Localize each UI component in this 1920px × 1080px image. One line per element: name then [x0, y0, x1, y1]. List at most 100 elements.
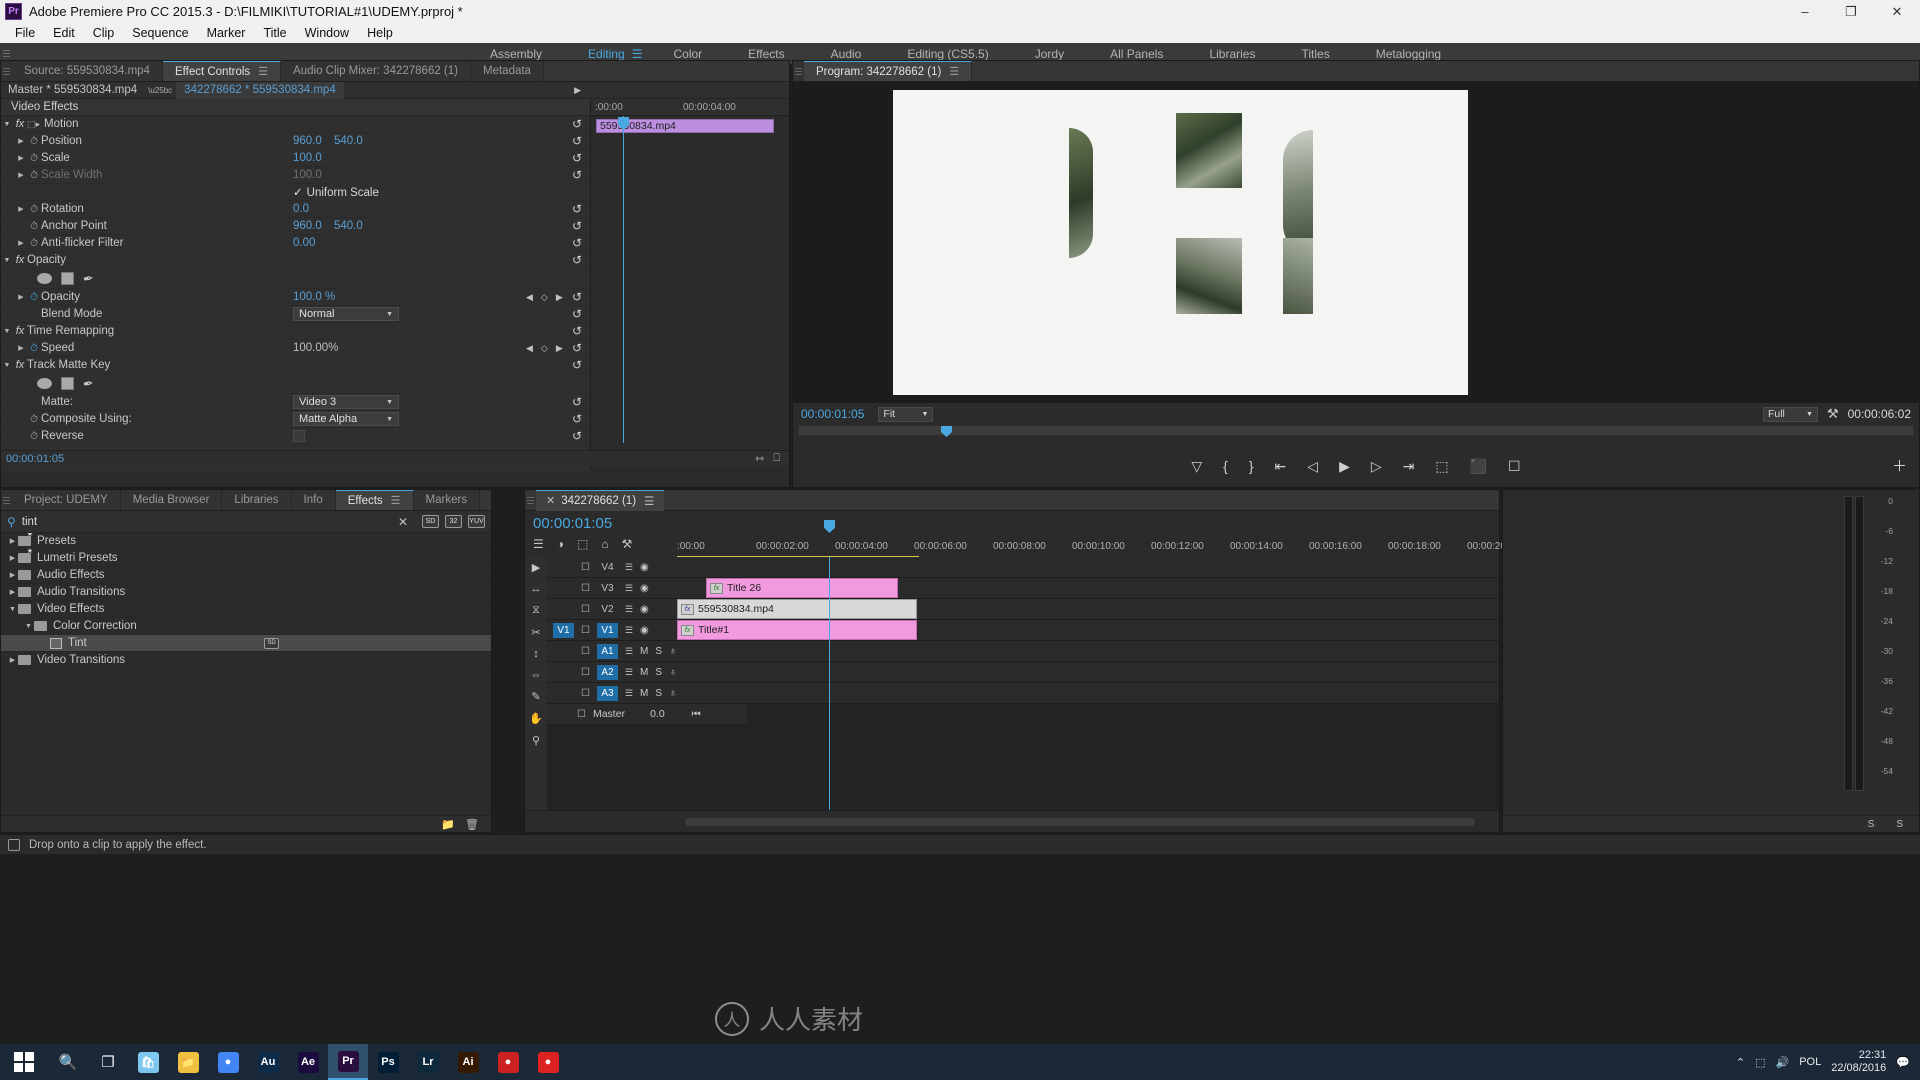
rectangle-mask-icon[interactable]	[61, 377, 74, 390]
timeline-clip[interactable]: fx 559530834.mp4	[677, 599, 917, 619]
selection-tool-icon[interactable]: ▶	[532, 561, 540, 574]
premiere-pro-icon[interactable]: Pr	[328, 1044, 368, 1080]
zoom-level-select[interactable]: Fit ▼	[878, 406, 934, 422]
prev-keyframe-icon[interactable]: ◀	[526, 343, 533, 354]
track-header-a3[interactable]: ☐ A3 ☰ M S ♁	[547, 683, 677, 704]
filter-badge-yuv[interactable]: YUV	[468, 515, 485, 528]
track-record-icon[interactable]: ♁	[669, 646, 677, 657]
export-frame-button[interactable]: ☐	[1508, 458, 1521, 475]
track-name-label[interactable]: A1	[596, 643, 618, 659]
track-sync-icon[interactable]: ☰	[625, 688, 633, 699]
effect-group-track-matte-key[interactable]: ▼ fx Track Matte Key ↺	[1, 357, 590, 374]
panel-grip-icon[interactable]	[525, 496, 536, 504]
chevron-down-icon[interactable]: ▼	[7, 606, 18, 613]
track-header-a2[interactable]: ☐ A2 ☰ M S ♁	[547, 662, 677, 683]
track-sync-icon[interactable]: ☰	[625, 646, 633, 657]
panel-grip-icon[interactable]	[1, 61, 12, 81]
tray-clock[interactable]: 22:31 22/08/2016	[1831, 1049, 1886, 1075]
effect-timeline-playhead[interactable]	[618, 116, 629, 443]
start-button[interactable]	[0, 1044, 48, 1080]
track-name-label[interactable]: V3	[597, 581, 618, 596]
chevron-down-icon[interactable]: ▼	[1, 362, 13, 369]
lift-button[interactable]: ⬚	[1435, 458, 1448, 475]
chrome-icon[interactable]: ●	[208, 1044, 248, 1080]
track-sync-icon[interactable]: ☰	[625, 625, 633, 636]
track-sync-icon[interactable]: ☰	[625, 583, 633, 594]
chevron-right-icon[interactable]: ▶	[7, 588, 18, 596]
chevron-down-icon[interactable]: ▼	[1, 257, 13, 264]
chevron-right-icon[interactable]: ▶	[7, 554, 18, 562]
track-sync-icon[interactable]: ☰	[625, 667, 633, 678]
param-row-matte[interactable]: · Matte: Video 3 ▼ ↺	[1, 394, 590, 411]
param-row-uniform-scale[interactable]: · ✓Uniform Scale	[1, 184, 590, 201]
effect-group-motion[interactable]: ▼ fx ⬚▸ Motion ↺	[1, 116, 590, 133]
ripple-edit-tool-icon[interactable]: ⧖	[532, 604, 540, 617]
tab-effect-controls[interactable]: Effect Controls ☰	[162, 61, 282, 81]
stopwatch-icon[interactable]: ⏱	[27, 414, 41, 425]
reset-parameter-icon[interactable]: ↺	[572, 134, 582, 148]
track-solo-button[interactable]: S	[655, 667, 662, 678]
chevron-right-icon[interactable]: ▶	[15, 205, 27, 213]
minimize-button[interactable]: –	[1782, 0, 1828, 23]
track-lock-icon[interactable]: ☐	[581, 625, 590, 636]
reset-parameter-icon[interactable]: ↺	[572, 412, 582, 426]
audio-solo-button-2[interactable]: S	[1896, 819, 1903, 830]
timeline-playhead[interactable]	[824, 520, 835, 810]
param-dropdown[interactable]: Matte Alpha ▼	[293, 412, 399, 426]
pen-mask-icon[interactable]: ✒	[82, 375, 96, 393]
zoom-tool-icon[interactable]: ⚲	[532, 734, 540, 747]
new-custom-bin-icon[interactable]: 📁	[441, 818, 455, 831]
chevron-right-icon[interactable]: ▶	[7, 537, 18, 545]
maximize-button[interactable]: ❐	[1828, 0, 1874, 23]
stopwatch-icon[interactable]: ⏱	[27, 431, 41, 442]
track-target-toggle[interactable]	[553, 581, 574, 596]
mark-in-button[interactable]: {	[1223, 458, 1228, 474]
program-current-timecode[interactable]: 00:00:01:05	[801, 407, 864, 421]
add-keyframe-icon[interactable]: ◇	[541, 343, 548, 354]
param-value[interactable]: 100.0	[293, 152, 322, 164]
filter-badge-32[interactable]: 32	[445, 515, 462, 528]
effects-tree-item-video-effects[interactable]: ▼ Video Effects	[1, 601, 491, 618]
add-marker-button[interactable]: ▽	[1191, 458, 1202, 475]
track-lock-icon[interactable]: ☐	[581, 688, 590, 699]
timeline-horizontal-scrollbar[interactable]	[685, 818, 1475, 826]
param-row-scale[interactable]: ▶ ⏱ Scale 100.0 ↺	[1, 150, 590, 167]
master-track-header[interactable]: ☐ Master 0.0 ⏮	[547, 704, 747, 725]
effects-tree-item-video-transitions[interactable]: ▶ Video Transitions	[1, 652, 491, 669]
param-row-position[interactable]: ▶ ⏱ Position 960.0 540.0 ↺	[1, 133, 590, 150]
param-value[interactable]: 100.0 %	[293, 291, 335, 303]
tray-language-indicator[interactable]: POL	[1799, 1056, 1821, 1068]
hand-tool-icon[interactable]: ✋	[529, 712, 543, 725]
play-stop-button[interactable]: ▶	[1339, 458, 1350, 475]
effects-tree-item-color-correction[interactable]: ▼ Color Correction	[1, 618, 491, 635]
chevron-right-icon[interactable]: ▶	[15, 137, 27, 145]
effects-tree-item-presets[interactable]: ▶ Presets	[1, 533, 491, 550]
track-lock-icon[interactable]: ☐	[581, 667, 590, 678]
track-target-toggle[interactable]	[553, 644, 574, 659]
tab-libraries[interactable]: Libraries	[222, 490, 292, 510]
reset-parameter-icon[interactable]: ↺	[572, 290, 582, 304]
effect-group-opacity[interactable]: ▼ fx Opacity ↺	[1, 252, 590, 269]
track-target-toggle[interactable]	[553, 602, 574, 617]
effects-tree-item-audio-effects[interactable]: ▶ Audio Effects	[1, 567, 491, 584]
tab-media-browser[interactable]: Media Browser	[120, 490, 223, 510]
chevron-down-icon[interactable]: ▼	[23, 623, 34, 630]
sequence-clip-label[interactable]: 342278662 * 559530834.mp4	[176, 81, 344, 99]
reset-parameter-icon[interactable]: ↺	[572, 429, 582, 443]
param-value[interactable]: 100.0	[293, 169, 322, 181]
chevron-down-icon[interactable]: ▼	[1, 328, 13, 335]
effects-tree-item-tint[interactable]: Tint SD	[1, 635, 491, 652]
extract-button[interactable]: ⬛	[1470, 458, 1487, 475]
audio-solo-button-1[interactable]: S	[1868, 819, 1875, 830]
track-visibility-icon[interactable]: ◉	[640, 583, 649, 594]
chevron-right-icon[interactable]: ▶	[7, 656, 18, 664]
chevron-right-icon[interactable]: ▶	[15, 239, 27, 247]
timeline-clip[interactable]: fx Title#1	[677, 620, 917, 640]
go-to-in-button[interactable]: ⇤	[1275, 458, 1287, 475]
param-value[interactable]: 0.0	[293, 203, 309, 215]
stopwatch-icon[interactable]: ⏱	[27, 153, 41, 164]
track-lane-v4[interactable]	[677, 557, 1499, 578]
param-dropdown[interactable]: Normal ▼	[293, 307, 399, 321]
task-view-button[interactable]: ❐	[88, 1044, 128, 1080]
reset-parameter-icon[interactable]: ↺	[572, 236, 582, 250]
